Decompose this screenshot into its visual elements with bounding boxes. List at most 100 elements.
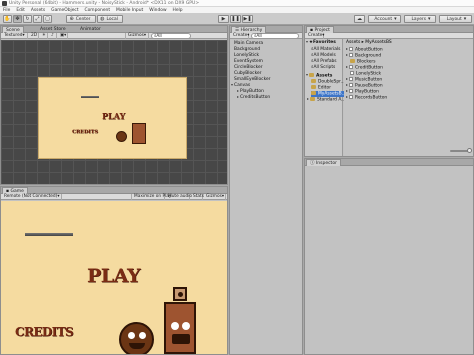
scene-credits-text: CREDITS bbox=[72, 129, 98, 135]
game-gizmos-dropdown[interactable]: Gizmos▾ bbox=[204, 194, 226, 200]
window-title: Unity Personal (64bit) - Hammers.unity -… bbox=[9, 0, 200, 6]
file-lonelystick[interactable]: LonelyStick bbox=[350, 71, 381, 77]
menu-mobile-input[interactable]: Mobile Input bbox=[116, 8, 143, 13]
stats-toggle[interactable]: Stats bbox=[191, 194, 204, 200]
display-dropdown[interactable]: Remote (Not Connected)▾ bbox=[2, 194, 62, 200]
hierarchy-item-creditsbutton[interactable]: CreditsButton bbox=[237, 95, 270, 100]
scene-search-input[interactable]: ⌕All bbox=[151, 33, 191, 39]
account-dropdown[interactable]: Account ▾ bbox=[368, 15, 401, 23]
expand-arrow-icon[interactable] bbox=[231, 83, 233, 86]
assets-folder-myassetsbs[interactable]: MyAssetsB... bbox=[311, 91, 346, 97]
hand-icon: ✋ bbox=[4, 16, 11, 22]
folder-icon bbox=[311, 85, 316, 89]
hand-tool-button[interactable]: ✋ bbox=[3, 15, 12, 23]
scale-tool-button[interactable]: ⤢ bbox=[33, 15, 42, 23]
rotate-icon: ↻ bbox=[25, 16, 30, 22]
hierarchy-tabstrip: ☰ Hierarchy bbox=[230, 26, 302, 33]
shading-mode-dropdown[interactable]: Textured▾ bbox=[2, 33, 28, 39]
folder-icon bbox=[309, 73, 314, 77]
file-playbutton[interactable]: PlayButton bbox=[346, 89, 379, 95]
hierarchy-item-canvas[interactable]: Canvas bbox=[231, 83, 250, 88]
assets-folder-editor[interactable]: Editor bbox=[311, 85, 331, 91]
scene-view[interactable]: PLAY CREDITS bbox=[1, 40, 227, 184]
tab-project[interactable]: ▪ Project bbox=[306, 26, 334, 33]
move-icon: ✥ bbox=[15, 16, 20, 22]
2d-toggle[interactable]: 2D bbox=[29, 33, 39, 39]
collapse-arrow-icon[interactable] bbox=[237, 95, 239, 98]
hierarchy-search-input[interactable]: ⌕All bbox=[251, 33, 299, 39]
menu-file[interactable]: File bbox=[3, 8, 10, 13]
project-breadcrumb[interactable]: Assets ▸ MyAssetsBS bbox=[346, 40, 392, 45]
maximize-on-play-toggle[interactable]: Maximize on Play bbox=[131, 194, 171, 200]
menu-edit[interactable]: Edit bbox=[16, 8, 25, 13]
sprite-icon bbox=[349, 47, 353, 51]
cloud-button[interactable]: ☁ bbox=[354, 15, 365, 23]
layout-dropdown[interactable]: Layout ▾ bbox=[439, 15, 472, 23]
info-icon: ⓘ bbox=[310, 161, 315, 166]
hierarchy-panel: ☰ Hierarchy Create▾ ⌕All Main Camera Bac… bbox=[229, 25, 303, 355]
layers-dropdown[interactable]: Layers ▾ bbox=[404, 15, 436, 23]
tab-inspector[interactable]: ⓘ Inspector bbox=[306, 159, 341, 166]
game-credits-button[interactable]: CREDITS bbox=[15, 325, 74, 339]
hierarchy-item-background[interactable]: Background bbox=[234, 47, 260, 52]
mute-audio-toggle[interactable]: Mute audio bbox=[166, 194, 192, 200]
space-toggle[interactable]: ◍ Local bbox=[97, 15, 123, 23]
collapse-arrow-icon bbox=[346, 54, 348, 56]
rect-tool-button[interactable]: ▢ bbox=[43, 15, 52, 23]
assets-folder-doublesprite[interactable]: DoubleSpr... bbox=[311, 79, 345, 85]
tab-hierarchy[interactable]: ☰ Hierarchy bbox=[231, 26, 267, 33]
tab-scene[interactable]: Scene bbox=[2, 26, 24, 33]
move-tool-button[interactable]: ✥ bbox=[13, 15, 22, 23]
hierarchy-item-playbutton[interactable]: PlayButton bbox=[237, 89, 264, 94]
game-small-eye-blocker bbox=[173, 287, 187, 301]
file-creditbutton[interactable]: CreditButton bbox=[346, 65, 383, 71]
hierarchy-item-eventsystem[interactable]: EventSystem bbox=[234, 59, 263, 64]
hierarchy-item-circleblocker[interactable]: CircleBlocker bbox=[234, 65, 263, 70]
rotate-tool-button[interactable]: ↻ bbox=[23, 15, 32, 23]
menu-assets[interactable]: Assets bbox=[31, 8, 45, 13]
gizmos-dropdown[interactable]: Gizmos▾ bbox=[125, 33, 149, 39]
file-blockers[interactable]: Blockers bbox=[350, 59, 376, 65]
pivot-toggle[interactable]: ⊕ Center bbox=[66, 15, 96, 23]
game-controlbar: Remote (Not Connected)▾ Maximize on Play… bbox=[1, 194, 227, 200]
file-recordsbutton[interactable]: RecordsButton bbox=[346, 95, 387, 101]
icon-size-slider-thumb[interactable] bbox=[467, 148, 472, 153]
file-musicbutton[interactable]: MusicButton bbox=[346, 77, 382, 83]
game-view[interactable]: PLAY CREDITS bbox=[1, 201, 227, 354]
menu-window[interactable]: Window bbox=[149, 8, 166, 13]
assets-folder-standard-assets[interactable]: Standard A... bbox=[307, 97, 345, 103]
hierarchy-item-cubyblocker[interactable]: CubyBlocker bbox=[234, 71, 261, 76]
play-button[interactable]: ▶ bbox=[218, 15, 229, 23]
tab-game[interactable]: ▪ Game bbox=[2, 187, 28, 194]
step-button[interactable]: ▶❚ bbox=[242, 15, 253, 23]
game-play-button[interactable]: PLAY bbox=[87, 265, 141, 287]
sprite-icon bbox=[350, 71, 354, 75]
scene-circle-blocker bbox=[116, 131, 127, 142]
sprite-icon bbox=[349, 65, 353, 69]
hierarchy-item-smalleyeblocker[interactable]: SmallEyeBlocker bbox=[234, 77, 271, 82]
menu-component[interactable]: Component bbox=[85, 8, 111, 13]
menu-gameobject[interactable]: GameObject bbox=[51, 8, 78, 13]
file-background[interactable]: Background bbox=[346, 53, 381, 59]
effects-dropdown[interactable]: ▣▾ bbox=[58, 33, 68, 39]
project-files: Assets ▸ MyAssetsBS AboutButton Backgrou… bbox=[344, 39, 473, 156]
hierarchy-create-dropdown[interactable]: Create▾ bbox=[231, 33, 249, 39]
hierarchy-item-main-camera[interactable]: Main Camera bbox=[234, 41, 263, 46]
file-pausebutton[interactable]: PauseButton bbox=[346, 83, 383, 89]
game-circle-blocker bbox=[119, 322, 154, 354]
file-aboutbutton[interactable]: AboutButton bbox=[346, 47, 383, 53]
pause-button[interactable]: ❚❚ bbox=[230, 15, 241, 23]
favorite-all-scripts[interactable]: ⌕All Scripts bbox=[311, 64, 335, 70]
hierarchy-item-lonelystick[interactable]: LonelyStick bbox=[234, 53, 259, 58]
audio-toggle[interactable]: ♪ bbox=[49, 33, 57, 39]
lighting-toggle[interactable]: ☀ bbox=[40, 33, 48, 39]
favorites-header[interactable]: ★Favorites bbox=[306, 40, 336, 45]
title-bar: Unity Personal (64bit) - Hammers.unity -… bbox=[0, 0, 474, 7]
tab-animator[interactable]: Animator bbox=[77, 26, 104, 33]
assets-root[interactable]: Assets bbox=[306, 73, 332, 79]
collapse-arrow-icon[interactable] bbox=[237, 89, 239, 92]
menu-help[interactable]: Help bbox=[173, 8, 183, 13]
tab-asset-store[interactable]: Asset Store bbox=[37, 26, 69, 33]
speaker-icon: ♪ bbox=[51, 33, 54, 38]
sprite-icon bbox=[349, 89, 353, 93]
